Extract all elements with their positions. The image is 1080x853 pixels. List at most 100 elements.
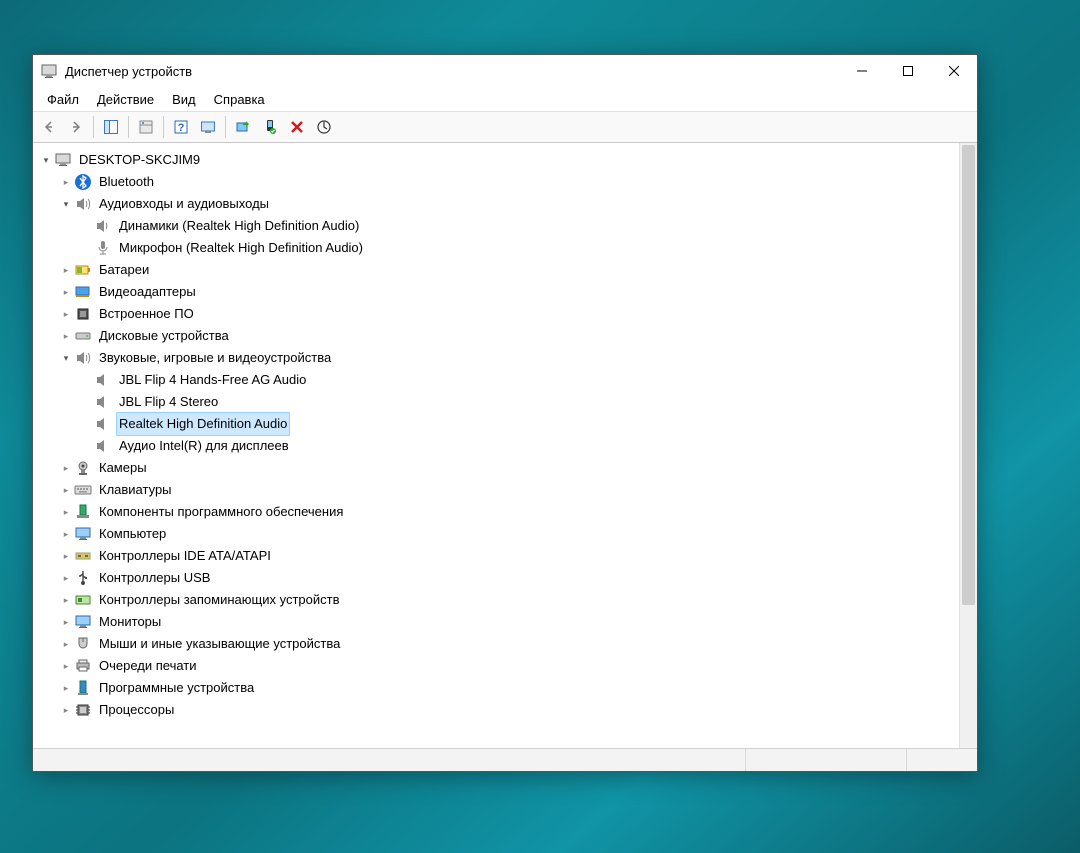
tree-category[interactable]: ▾ Аудиовходы и аудиовыходы — [35, 193, 959, 215]
scan-hardware-button[interactable] — [196, 115, 220, 139]
expand-arrow-icon[interactable]: ▾ — [59, 193, 73, 215]
processor-icon — [74, 701, 92, 719]
tree-device[interactable]: Микрофон (Realtek High Definition Audio) — [35, 237, 959, 259]
expand-arrow-icon[interactable]: ▸ — [59, 303, 73, 325]
tree-category[interactable]: ▸ Процессоры — [35, 699, 959, 721]
tree-category[interactable]: ▸ Программные устройства — [35, 677, 959, 699]
keyboard-icon — [74, 481, 92, 499]
tree-label: Мониторы — [96, 611, 164, 633]
menu-file[interactable]: Файл — [39, 90, 87, 109]
tree-device[interactable]: Динамики (Realtek High Definition Audio) — [35, 215, 959, 237]
toolbar-separator — [225, 116, 226, 138]
maximize-button[interactable] — [885, 55, 931, 87]
window-body: ▾ DESKTOP-SKCJIM9 ▸ Bluetooth ▾ Аудиовхо… — [33, 143, 977, 748]
tree-device[interactable]: JBL Flip 4 Stereo — [35, 391, 959, 413]
expand-arrow-icon[interactable]: ▸ — [59, 281, 73, 303]
chip-icon — [74, 305, 92, 323]
tree-category[interactable]: ▸ Контроллеры запоминающих устройств — [35, 589, 959, 611]
storage-controller-icon — [74, 591, 92, 609]
display-adapter-icon — [74, 283, 92, 301]
tree-label: Аудио Intel(R) для дисплеев — [116, 435, 292, 457]
expand-arrow-icon[interactable]: ▸ — [59, 545, 73, 567]
tree-category[interactable]: ▸ Видеоадаптеры — [35, 281, 959, 303]
tree-label: Мыши и иные указывающие устройства — [96, 633, 343, 655]
expand-arrow-icon[interactable]: ▸ — [59, 611, 73, 633]
properties-button[interactable] — [134, 115, 158, 139]
expand-arrow-icon[interactable]: ▸ — [59, 677, 73, 699]
disable-device-button[interactable] — [312, 115, 336, 139]
speaker-icon — [74, 349, 92, 367]
expand-arrow-icon[interactable]: ▸ — [59, 325, 73, 347]
tree-label: Батареи — [96, 259, 152, 281]
tree-device[interactable]: JBL Flip 4 Hands-Free AG Audio — [35, 369, 959, 391]
tree-device-selected[interactable]: Realtek High Definition Audio — [35, 413, 959, 435]
tree-label: Контроллеры запоминающих устройств — [96, 589, 342, 611]
close-button[interactable] — [931, 55, 977, 87]
toolbar: ? — [33, 111, 977, 143]
device-manager-window: Диспетчер устройств Файл Действие Вид Сп… — [32, 54, 978, 772]
tree-label: DESKTOP-SKCJIM9 — [76, 149, 203, 171]
show-hide-tree-button[interactable] — [99, 115, 123, 139]
expand-arrow-icon[interactable]: ▸ — [59, 479, 73, 501]
tree-category[interactable]: ▸ Компоненты программного обеспечения — [35, 501, 959, 523]
expand-arrow-icon[interactable]: ▸ — [59, 699, 73, 721]
microphone-icon — [94, 239, 112, 257]
computer-icon — [54, 151, 72, 169]
tree-label: Компоненты программного обеспечения — [96, 501, 346, 523]
tree-label: Компьютер — [96, 523, 169, 545]
tree-category[interactable]: ▸ Bluetooth — [35, 171, 959, 193]
tree-root[interactable]: ▾ DESKTOP-SKCJIM9 — [35, 149, 959, 171]
tree-category[interactable]: ▸ Встроенное ПО — [35, 303, 959, 325]
tree-category[interactable]: ▸ Компьютер — [35, 523, 959, 545]
app-icon — [41, 63, 57, 79]
mouse-icon — [74, 635, 92, 653]
device-tree[interactable]: ▾ DESKTOP-SKCJIM9 ▸ Bluetooth ▾ Аудиовхо… — [33, 143, 959, 748]
tree-label: Аудиовходы и аудиовыходы — [96, 193, 272, 215]
tree-category[interactable]: ▸ Очереди печати — [35, 655, 959, 677]
tree-category[interactable]: ▸ Дисковые устройства — [35, 325, 959, 347]
nav-back-button[interactable] — [37, 115, 61, 139]
enable-device-button[interactable] — [258, 115, 282, 139]
scrollbar-thumb[interactable] — [962, 145, 975, 605]
tree-category[interactable]: ▸ Батареи — [35, 259, 959, 281]
expand-arrow-icon[interactable]: ▸ — [59, 501, 73, 523]
title-bar[interactable]: Диспетчер устройств — [33, 55, 977, 87]
tree-category[interactable]: ▸ Клавиатуры — [35, 479, 959, 501]
speaker-icon — [94, 437, 112, 455]
window-title: Диспетчер устройств — [65, 64, 839, 79]
tree-category[interactable]: ▸ Мониторы — [35, 611, 959, 633]
tree-category[interactable]: ▾ Звуковые, игровые и видеоустройства — [35, 347, 959, 369]
expand-arrow-icon[interactable]: ▸ — [59, 259, 73, 281]
vertical-scrollbar[interactable] — [959, 143, 977, 748]
bluetooth-icon — [74, 173, 92, 191]
expand-arrow-icon[interactable]: ▸ — [59, 523, 73, 545]
speaker-icon — [94, 371, 112, 389]
monitor-icon — [74, 613, 92, 631]
tree-label: Контроллеры IDE ATA/ATAPI — [96, 545, 274, 567]
update-driver-button[interactable] — [231, 115, 255, 139]
help-button[interactable]: ? — [169, 115, 193, 139]
status-bar — [33, 748, 977, 771]
tree-label: Микрофон (Realtek High Definition Audio) — [116, 237, 366, 259]
tree-category[interactable]: ▸ Мыши и иные указывающие устройства — [35, 633, 959, 655]
expand-arrow-icon[interactable]: ▸ — [59, 655, 73, 677]
tree-label: Камеры — [96, 457, 150, 479]
expand-arrow-icon[interactable]: ▸ — [59, 589, 73, 611]
tree-category[interactable]: ▸ Контроллеры USB — [35, 567, 959, 589]
expand-arrow-icon[interactable]: ▸ — [59, 457, 73, 479]
tree-category[interactable]: ▸ Контроллеры IDE ATA/ATAPI — [35, 545, 959, 567]
tree-device[interactable]: Аудио Intel(R) для дисплеев — [35, 435, 959, 457]
menu-action[interactable]: Действие — [89, 90, 162, 109]
uninstall-device-button[interactable] — [285, 115, 309, 139]
tree-label: JBL Flip 4 Stereo — [116, 391, 221, 413]
minimize-button[interactable] — [839, 55, 885, 87]
expand-arrow-icon[interactable]: ▸ — [59, 171, 73, 193]
menu-help[interactable]: Справка — [206, 90, 273, 109]
expand-arrow-icon[interactable]: ▸ — [59, 633, 73, 655]
tree-category[interactable]: ▸ Камеры — [35, 457, 959, 479]
expand-arrow-icon[interactable]: ▸ — [59, 567, 73, 589]
menu-view[interactable]: Вид — [164, 90, 204, 109]
nav-forward-button[interactable] — [64, 115, 88, 139]
expand-arrow-icon[interactable]: ▾ — [59, 347, 73, 369]
expand-arrow-icon[interactable]: ▾ — [39, 149, 53, 171]
